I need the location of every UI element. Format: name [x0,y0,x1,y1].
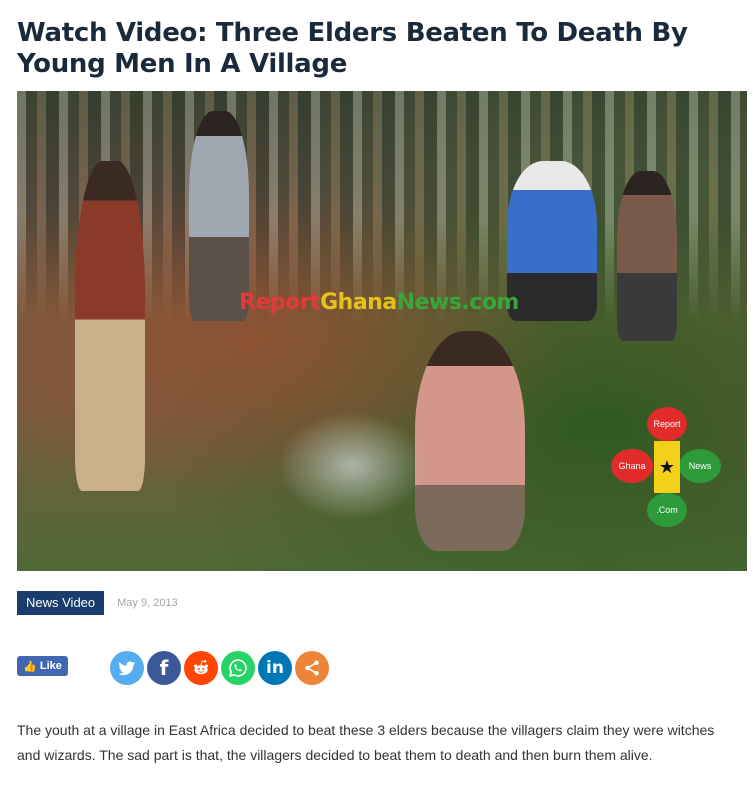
more-share-button[interactable] [295,651,329,685]
logo-right: News [679,449,721,483]
whatsapp-icon [228,659,247,678]
twitter-share-button[interactable] [110,651,144,685]
logo-left: Ghana [611,449,653,483]
logo-top: Report [647,407,687,441]
report-ghana-news-logo: Report Ghana News .Com ★ [611,407,721,527]
linkedin-icon: in [266,658,284,678]
share-icon [305,660,319,676]
linkedin-share-button[interactable]: in [258,651,292,685]
twitter-icon [118,661,136,676]
logo-star-icon: ★ [654,441,680,493]
like-label: Like [39,660,62,672]
whatsapp-share-button[interactable] [221,651,255,685]
category-badge[interactable]: News Video [17,591,105,615]
figure-right-2 [617,171,677,341]
thumbs-up-icon: 👍 [23,660,37,673]
logo-bottom: .Com [647,493,687,527]
share-bar: f in [110,651,329,685]
smoke [277,411,427,521]
figure-seated [415,331,525,551]
article-body: The youth at a village in East Africa de… [17,722,715,763]
facebook-like-button[interactable]: 👍 Like [17,656,68,676]
figure-left [75,161,145,491]
post-date: May 9, 2013 [117,597,178,609]
facebook-share-button[interactable]: f [147,651,181,685]
reddit-share-button[interactable] [184,651,218,685]
watermark: ReportGhanaNews.com [239,290,519,315]
article-title: Watch Video: Three Elders Beaten To Deat… [17,18,688,79]
reddit-icon [194,660,208,675]
figure-right [507,161,597,321]
video-thumbnail[interactable]: ReportGhanaNews.com Report Ghana News .C… [17,91,747,571]
article-meta: News Video May 9, 2013 [17,591,178,615]
facebook-icon: f [159,656,169,680]
